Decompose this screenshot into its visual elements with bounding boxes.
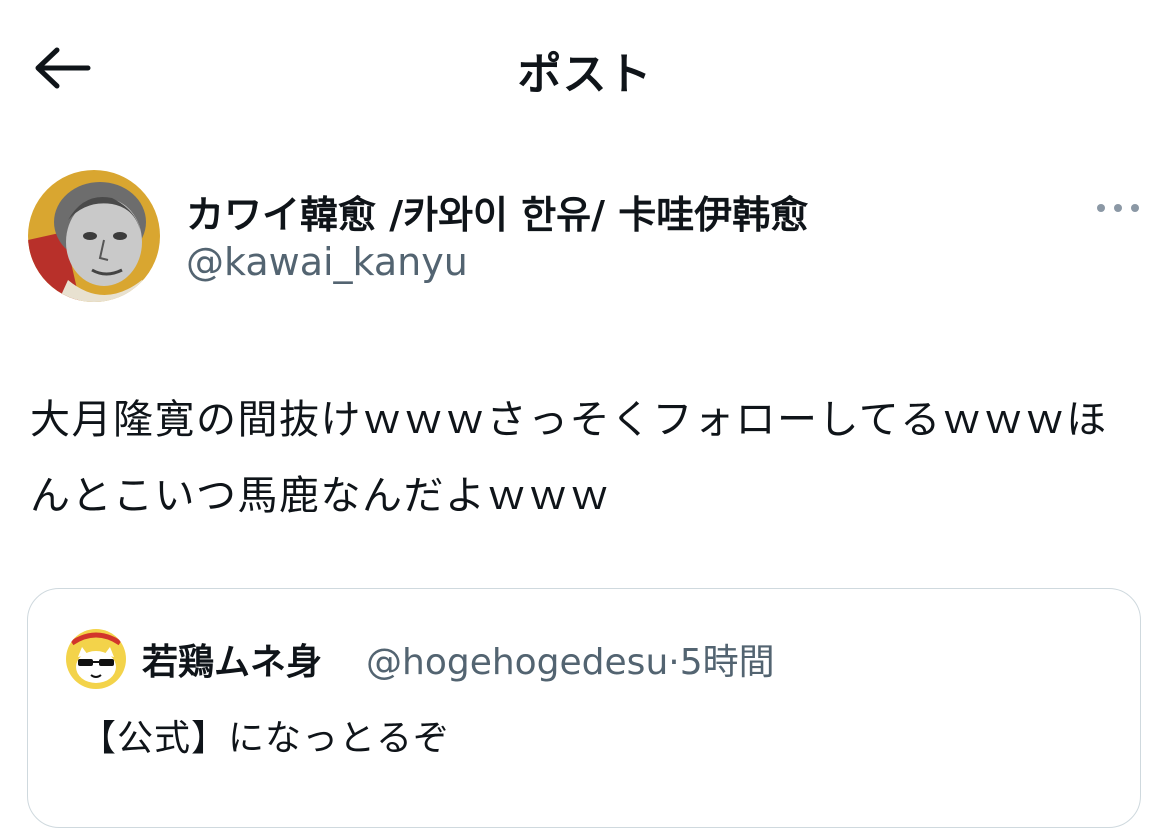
quoted-post-text: 【公式】になっとるぞ bbox=[80, 718, 451, 759]
quoted-post-time[interactable]: 5時間 bbox=[680, 642, 775, 683]
quoted-author-avatar[interactable] bbox=[66, 629, 126, 689]
quoted-post-meta: @hogehogedesu·5時間 bbox=[366, 633, 775, 685]
post-text: 大月隆寛の間抜けｗｗｗさっそくフォローしてるｗｗｗほんとこいつ馬鹿なんだよｗｗｗ bbox=[30, 397, 1108, 519]
quoted-author-display-name[interactable]: 若鶏ムネ身 bbox=[142, 633, 322, 685]
more-options-button[interactable] bbox=[1090, 190, 1146, 226]
author-handle[interactable]: @kawai_kanyu bbox=[186, 240, 468, 284]
cat-sunglasses-avatar bbox=[66, 629, 126, 689]
top-bar: ポスト bbox=[0, 0, 1170, 135]
meta-separator: · bbox=[668, 642, 680, 683]
page-title: ポスト bbox=[517, 49, 653, 100]
quoted-post[interactable]: 若鶏ムネ身 @hogehogedesu·5時間 【公式】になっとるぞ bbox=[27, 588, 1141, 828]
portrait-avatar bbox=[28, 170, 160, 302]
more-horizontal-icon bbox=[1097, 204, 1139, 212]
author-avatar[interactable] bbox=[28, 170, 160, 302]
author-display-name[interactable]: カワイ韓愈 /카와이 한유/ 卡哇伊韩愈 bbox=[186, 184, 808, 239]
quoted-author-handle[interactable]: @hogehogedesu bbox=[366, 642, 668, 683]
